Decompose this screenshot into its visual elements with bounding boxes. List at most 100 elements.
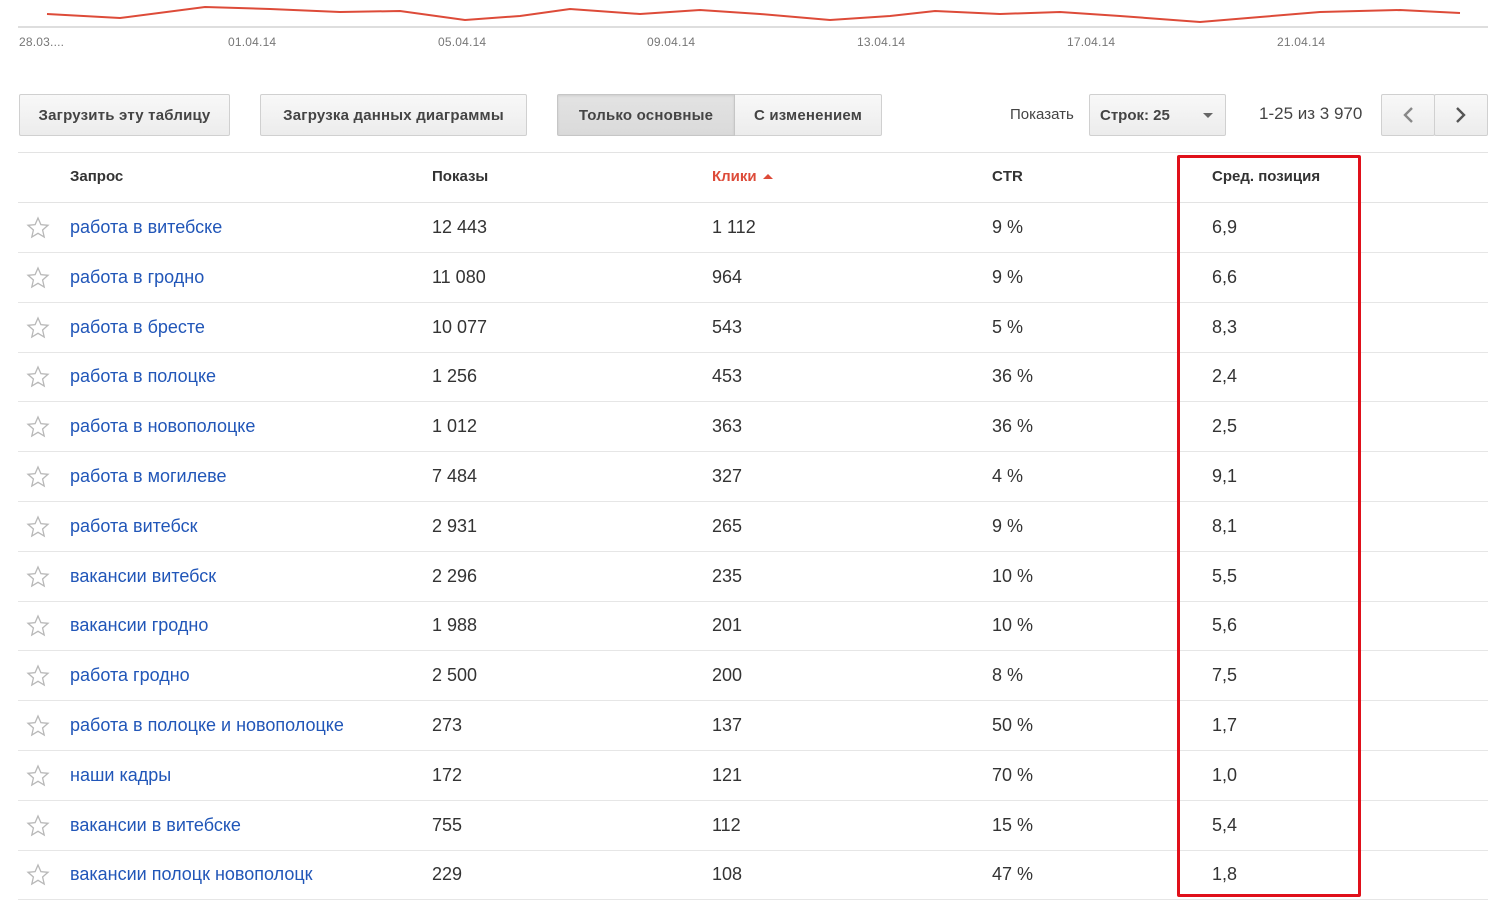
x-tick-label: 05.04.14: [438, 35, 487, 49]
next-page-button[interactable]: [1434, 94, 1488, 136]
ctr-value: 9 %: [992, 515, 1024, 536]
star-outline-icon[interactable]: [26, 764, 50, 788]
x-tick-label: 21.04.14: [1277, 35, 1326, 49]
star-button[interactable]: [26, 315, 50, 345]
shows-value: 10 077: [432, 316, 488, 337]
rows-per-page-value: Строк: 25: [1100, 106, 1170, 124]
clicks-value: 453: [712, 366, 743, 387]
clicks-value: 235: [712, 565, 743, 586]
star-outline-icon[interactable]: [26, 564, 50, 589]
column-header-clicks[interactable]: Клики: [712, 168, 773, 185]
clicks-value: 200: [712, 665, 743, 686]
table-row: работа в полоцке 1 256 453 36 % 2,4: [18, 352, 1488, 403]
star-outline-icon[interactable]: [26, 515, 50, 539]
shows-value: 273: [432, 715, 463, 735]
download-table-button[interactable]: Загрузить эту таблицу: [19, 94, 230, 136]
star-button[interactable]: [26, 465, 50, 494]
table-row: работа в новополоцке 1 012 363 36 % 2,5: [18, 402, 1488, 453]
star-outline-icon[interactable]: [26, 664, 50, 688]
query-link[interactable]: работа в новополоцке: [70, 416, 255, 437]
star-outline-icon[interactable]: [26, 415, 50, 439]
shows-value: 1 988: [432, 615, 478, 636]
query-link[interactable]: наши кадры: [70, 765, 171, 786]
query-link[interactable]: работа гродно: [70, 665, 190, 686]
star-button[interactable]: [26, 216, 50, 245]
pager-range: 1-25 из 3 970: [1259, 104, 1363, 123]
ctr-value: 9 %: [992, 266, 1024, 287]
position-value: 2,5: [1212, 416, 1238, 437]
star-outline-icon[interactable]: [26, 714, 50, 738]
shows-value: 1 012: [432, 416, 478, 437]
star-outline-icon[interactable]: [26, 216, 50, 240]
caret-down-icon: [1203, 113, 1213, 118]
trend-line: [46, 5, 1461, 24]
clicks-value: 964: [712, 266, 743, 287]
query-link[interactable]: работа в могилеве: [70, 466, 226, 487]
query-link[interactable]: работа в гродно: [70, 267, 204, 288]
query-link[interactable]: работа в бресте: [70, 317, 205, 338]
ctr-value: 4 %: [992, 466, 1024, 486]
ctr-value: 70 %: [992, 764, 1034, 785]
query-link[interactable]: вакансии гродно: [70, 615, 208, 636]
position-value: 5,5: [1212, 565, 1238, 586]
table-row: наши кадры 172 121 70 % 1,0: [18, 751, 1488, 801]
table-row: работа в могилеве 7 484 327 4 % 9,1: [18, 452, 1488, 502]
star-button[interactable]: [26, 266, 50, 295]
shows-value: 229: [432, 864, 463, 885]
star-button[interactable]: [26, 813, 50, 843]
query-link[interactable]: работа витебск: [70, 516, 197, 537]
query-link[interactable]: вакансии витебск: [70, 566, 216, 587]
star-outline-icon[interactable]: [26, 365, 50, 389]
star-button[interactable]: [26, 515, 50, 544]
ctr-value: 10 %: [992, 615, 1034, 636]
star-outline-icon[interactable]: [26, 465, 50, 489]
table-row: вакансии гродно 1 988 201 10 % 5,6: [18, 601, 1488, 652]
only-main-toggle[interactable]: Только основные: [557, 94, 735, 136]
rows-per-page-select[interactable]: Строк: 25: [1089, 94, 1226, 136]
star-button[interactable]: [26, 614, 50, 643]
ctr-value: 8 %: [992, 665, 1024, 686]
shows-value: 11 080: [432, 266, 486, 287]
ctr-value: 9 %: [992, 217, 1024, 237]
position-value: 6,9: [1212, 217, 1238, 237]
shows-value: 172: [432, 764, 463, 785]
query-link[interactable]: работа в полоцке и новополоцке: [70, 715, 344, 736]
shows-value: 12 443: [432, 217, 488, 237]
download-chart-data-button[interactable]: Загрузка данных диаграммы: [260, 94, 527, 136]
star-button[interactable]: [26, 664, 50, 693]
star-button[interactable]: [26, 415, 50, 444]
column-header-query[interactable]: Запрос: [70, 168, 123, 185]
clicks-value: 1 112: [712, 217, 756, 237]
with-change-toggle[interactable]: С изменением: [735, 94, 882, 136]
star-button[interactable]: [26, 714, 50, 743]
star-button[interactable]: [26, 764, 50, 793]
prev-page-button[interactable]: [1381, 94, 1435, 136]
star-button[interactable]: [26, 863, 50, 892]
column-header-ctr[interactable]: CTR: [992, 168, 1023, 185]
star-button[interactable]: [26, 365, 50, 394]
position-value: 1,8: [1212, 864, 1238, 885]
query-link[interactable]: работа в витебске: [70, 217, 222, 238]
clicks-value: 112: [712, 814, 741, 835]
table-row: вакансии витебск 2 296 235 10 % 5,5: [18, 552, 1488, 602]
query-link[interactable]: работа в полоцке: [70, 366, 216, 387]
star-outline-icon[interactable]: [26, 315, 50, 340]
column-header-position[interactable]: Сред. позиция: [1212, 168, 1320, 185]
query-link[interactable]: вакансии полоцк новополоцк: [70, 864, 313, 885]
shows-value: 2 500: [432, 665, 478, 686]
x-tick-label: 13.04.14: [857, 35, 906, 49]
star-button[interactable]: [26, 564, 50, 594]
query-link[interactable]: вакансии в витебске: [70, 815, 241, 836]
table-row: работа витебск 2 931 265 9 % 8,1: [18, 502, 1488, 552]
column-header-shows[interactable]: Показы: [432, 168, 488, 185]
star-outline-icon[interactable]: [26, 266, 50, 290]
shows-value: 755: [432, 814, 463, 835]
ctr-value: 36 %: [992, 416, 1034, 437]
table-top-divider: [18, 152, 1488, 153]
star-outline-icon[interactable]: [26, 614, 50, 638]
star-outline-icon[interactable]: [26, 813, 50, 838]
shows-value: 7 484: [432, 466, 478, 486]
ctr-value: 15 %: [992, 814, 1034, 835]
star-outline-icon[interactable]: [26, 863, 50, 887]
x-tick-label: 17.04.14: [1067, 35, 1116, 49]
